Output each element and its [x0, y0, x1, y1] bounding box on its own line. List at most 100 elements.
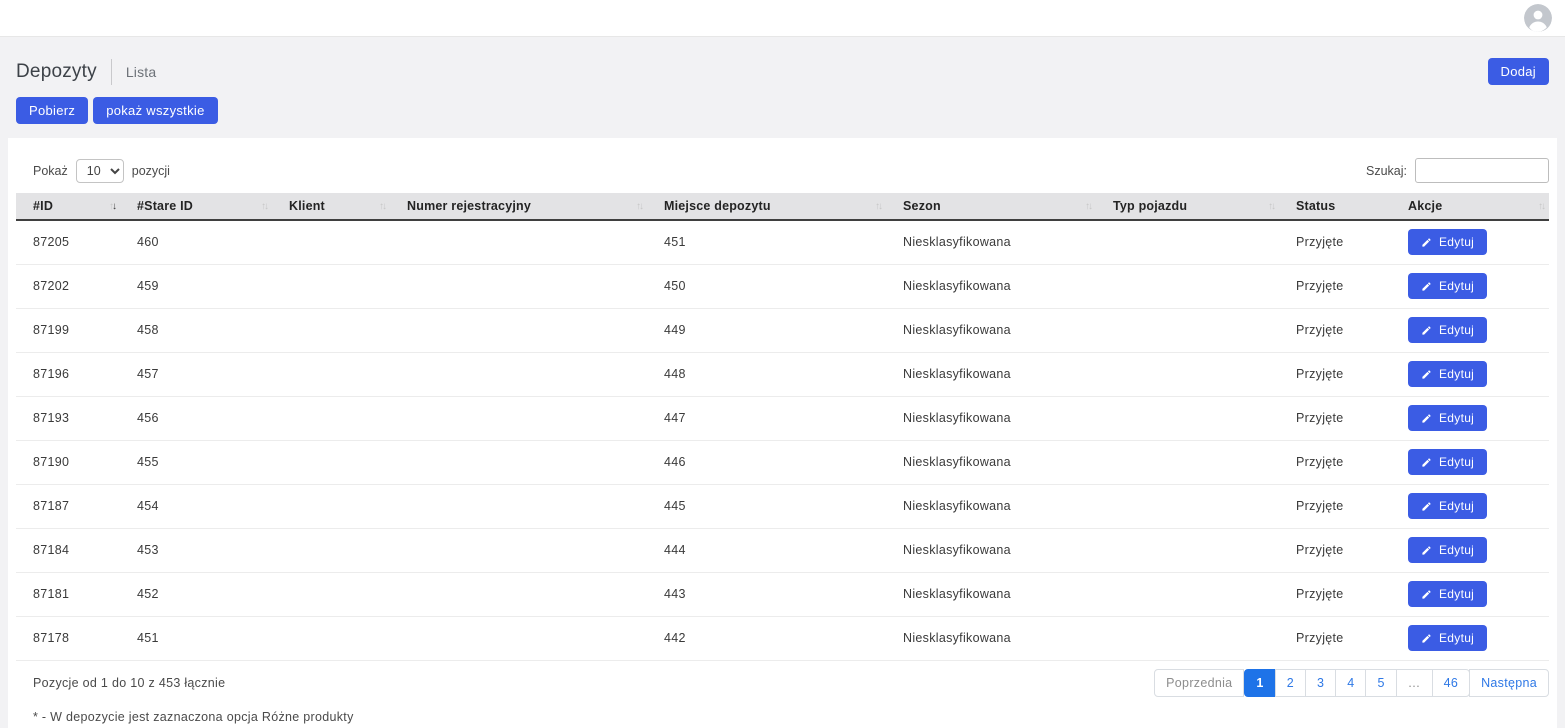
cell-vehicle-type: [1096, 528, 1279, 572]
sort-icon: ↑↓: [109, 201, 115, 212]
edit-button[interactable]: Edytuj: [1408, 317, 1487, 343]
cell-reg-number: [390, 308, 647, 352]
page-header: Depozyty Lista Dodaj: [0, 37, 1565, 85]
pagination-page[interactable]: 1: [1244, 669, 1275, 697]
edit-button[interactable]: Edytuj: [1408, 449, 1487, 475]
pencil-icon: [1421, 589, 1432, 600]
sort-icon: ↑↓: [1538, 201, 1544, 212]
cell-status: Przyjęte: [1279, 396, 1391, 440]
column-header-numer-rejestracyjny[interactable]: Numer rejestracyjny ↑↓: [390, 193, 647, 220]
sort-icon: ↑↓: [875, 201, 881, 212]
cell-place: 450: [647, 264, 886, 308]
cell-place: 448: [647, 352, 886, 396]
cell-actions: Edytuj: [1391, 396, 1549, 440]
pagination-page[interactable]: 3: [1305, 669, 1336, 697]
pagination-page: …: [1396, 669, 1433, 697]
column-header-sezon[interactable]: Sezon ↑↓: [886, 193, 1096, 220]
cell-status: Przyjęte: [1279, 264, 1391, 308]
column-header-stare-id[interactable]: #Stare ID ↑↓: [120, 193, 272, 220]
cell-season: Niesklasyfikowana: [886, 528, 1096, 572]
cell-client: [272, 616, 390, 660]
cell-id: 87190: [16, 440, 120, 484]
cell-id: 87193: [16, 396, 120, 440]
cell-place: 451: [647, 220, 886, 264]
cell-id: 87187: [16, 484, 120, 528]
table-card: Pokaż 10 pozycji Szukaj: #ID ↑↓ #Stare I…: [8, 138, 1557, 728]
cell-season: Niesklasyfikowana: [886, 484, 1096, 528]
sort-icon: ↑↓: [261, 201, 267, 212]
column-header-label: #ID: [33, 199, 53, 213]
cell-place: 445: [647, 484, 886, 528]
cell-place: 444: [647, 528, 886, 572]
add-button[interactable]: Dodaj: [1488, 58, 1549, 85]
pagination-page[interactable]: 46: [1432, 669, 1471, 697]
column-header-typ-pojazdu[interactable]: Typ pojazdu ↑↓: [1096, 193, 1279, 220]
edit-button[interactable]: Edytuj: [1408, 273, 1487, 299]
cell-vehicle-type: [1096, 352, 1279, 396]
cell-season: Niesklasyfikowana: [886, 352, 1096, 396]
cell-old-id: 458: [120, 308, 272, 352]
cell-place: 446: [647, 440, 886, 484]
search-input[interactable]: [1415, 158, 1549, 183]
edit-button-label: Edytuj: [1439, 587, 1474, 601]
table-row: 87199 458 449 Niesklasyfikowana Przyjęte…: [16, 308, 1549, 352]
pencil-icon: [1421, 633, 1432, 644]
column-header-akcje[interactable]: Akcje ↑↓: [1391, 193, 1549, 220]
pagination-next[interactable]: Następna: [1469, 669, 1549, 697]
pagination-page[interactable]: 2: [1275, 669, 1306, 697]
edit-button[interactable]: Edytuj: [1408, 405, 1487, 431]
column-header-klient[interactable]: Klient ↑↓: [272, 193, 390, 220]
edit-button[interactable]: Edytuj: [1408, 581, 1487, 607]
cell-id: 87184: [16, 528, 120, 572]
title-divider: [111, 59, 112, 85]
cell-vehicle-type: [1096, 484, 1279, 528]
cell-season: Niesklasyfikowana: [886, 308, 1096, 352]
pencil-icon: [1421, 281, 1432, 292]
pagination-page[interactable]: 4: [1335, 669, 1366, 697]
show-all-button[interactable]: pokaż wszystkie: [93, 97, 217, 124]
cell-season: Niesklasyfikowana: [886, 616, 1096, 660]
pencil-icon: [1421, 325, 1432, 336]
cell-actions: Edytuj: [1391, 440, 1549, 484]
cell-status: Przyjęte: [1279, 616, 1391, 660]
column-header-miejsce-depozytu[interactable]: Miejsce depozytu ↑↓: [647, 193, 886, 220]
column-header-id[interactable]: #ID ↑↓: [16, 193, 120, 220]
edit-button-label: Edytuj: [1439, 499, 1474, 513]
cell-client: [272, 308, 390, 352]
cell-status: Przyjęte: [1279, 528, 1391, 572]
cell-reg-number: [390, 484, 647, 528]
download-button[interactable]: Pobierz: [16, 97, 88, 124]
pagination-page[interactable]: 5: [1365, 669, 1396, 697]
edit-button[interactable]: Edytuj: [1408, 537, 1487, 563]
edit-button[interactable]: Edytuj: [1408, 493, 1487, 519]
column-header-label: Numer rejestracyjny: [407, 199, 531, 213]
cell-old-id: 459: [120, 264, 272, 308]
pencil-icon: [1421, 545, 1432, 556]
cell-actions: Edytuj: [1391, 616, 1549, 660]
cell-status: Przyjęte: [1279, 484, 1391, 528]
edit-button[interactable]: Edytuj: [1408, 625, 1487, 651]
cell-status: Przyjęte: [1279, 308, 1391, 352]
column-header-status[interactable]: Status ↑↓: [1279, 193, 1391, 220]
edit-button-label: Edytuj: [1439, 367, 1474, 381]
page-size-select[interactable]: 10: [76, 159, 124, 183]
user-avatar-icon[interactable]: [1524, 4, 1552, 32]
cell-vehicle-type: [1096, 440, 1279, 484]
edit-button[interactable]: Edytuj: [1408, 361, 1487, 387]
column-header-label: #Stare ID: [137, 199, 193, 213]
table-header-row: #ID ↑↓ #Stare ID ↑↓ Klient ↑↓ Numer reje…: [16, 193, 1549, 220]
cell-reg-number: [390, 264, 647, 308]
cell-actions: Edytuj: [1391, 220, 1549, 264]
cell-vehicle-type: [1096, 220, 1279, 264]
table-row: 87205 460 451 Niesklasyfikowana Przyjęte…: [16, 220, 1549, 264]
table-row: 87178 451 442 Niesklasyfikowana Przyjęte…: [16, 616, 1549, 660]
cell-actions: Edytuj: [1391, 528, 1549, 572]
pencil-icon: [1421, 237, 1432, 248]
edit-button[interactable]: Edytuj: [1408, 229, 1487, 255]
cell-actions: Edytuj: [1391, 572, 1549, 616]
cell-status: Przyjęte: [1279, 220, 1391, 264]
cell-id: 87196: [16, 352, 120, 396]
cell-season: Niesklasyfikowana: [886, 264, 1096, 308]
entries-label: pozycji: [132, 164, 170, 178]
pagination-previous[interactable]: Poprzednia: [1154, 669, 1244, 697]
